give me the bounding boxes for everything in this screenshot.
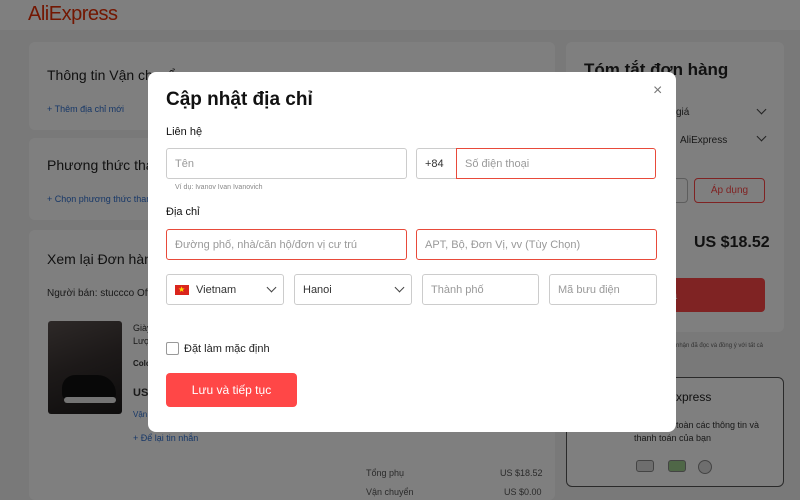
- country-select[interactable]: ★ Vietnam: [166, 274, 284, 305]
- contact-section-label: Liên hệ: [166, 126, 203, 138]
- street-placeholder: Đường phố, nhà/căn hộ/đơn vị cư trú: [175, 238, 358, 251]
- postal-placeholder: Mã bưu điện: [558, 283, 620, 296]
- province-value: Hanoi: [303, 283, 332, 296]
- name-field[interactable]: Tên: [166, 148, 407, 179]
- name-hint: Ví dụ: Ivanov Ivan Ivanovich: [175, 184, 263, 191]
- street-address-field[interactable]: Đường phố, nhà/căn hộ/đơn vị cư trú: [166, 229, 407, 260]
- phone-country-code[interactable]: +84: [416, 148, 456, 179]
- modal-title: Cập nhật địa chỉ: [166, 89, 313, 110]
- phone-field[interactable]: Số điện thoại: [456, 148, 656, 179]
- set-default-checkbox[interactable]: [166, 342, 179, 355]
- province-select[interactable]: Hanoi: [294, 274, 412, 305]
- phone-placeholder: Số điện thoại: [465, 157, 530, 170]
- chevron-down-icon: [394, 282, 405, 293]
- chevron-down-icon: [266, 282, 277, 293]
- update-address-modal: Cập nhật địa chỉ × Liên hệ Tên Ví dụ: Iv…: [148, 72, 676, 432]
- city-field[interactable]: Thành phố: [422, 274, 539, 305]
- set-default-label[interactable]: Đặt làm mặc định: [184, 343, 270, 355]
- country-value: Vietnam: [196, 283, 237, 296]
- city-placeholder: Thành phố: [431, 283, 484, 296]
- apartment-placeholder: APT, Bộ, Đơn Vị, vv (Tùy Chọn): [425, 238, 581, 251]
- apartment-field[interactable]: APT, Bộ, Đơn Vị, vv (Tùy Chọn): [416, 229, 657, 260]
- close-icon[interactable]: ×: [653, 83, 662, 99]
- address-section-label: Địa chỉ: [166, 206, 200, 218]
- postal-code-field[interactable]: Mã bưu điện: [549, 274, 657, 305]
- name-placeholder: Tên: [175, 157, 194, 170]
- save-and-continue-button[interactable]: Lưu và tiếp tục: [166, 373, 297, 407]
- vietnam-flag-icon: ★: [175, 284, 189, 295]
